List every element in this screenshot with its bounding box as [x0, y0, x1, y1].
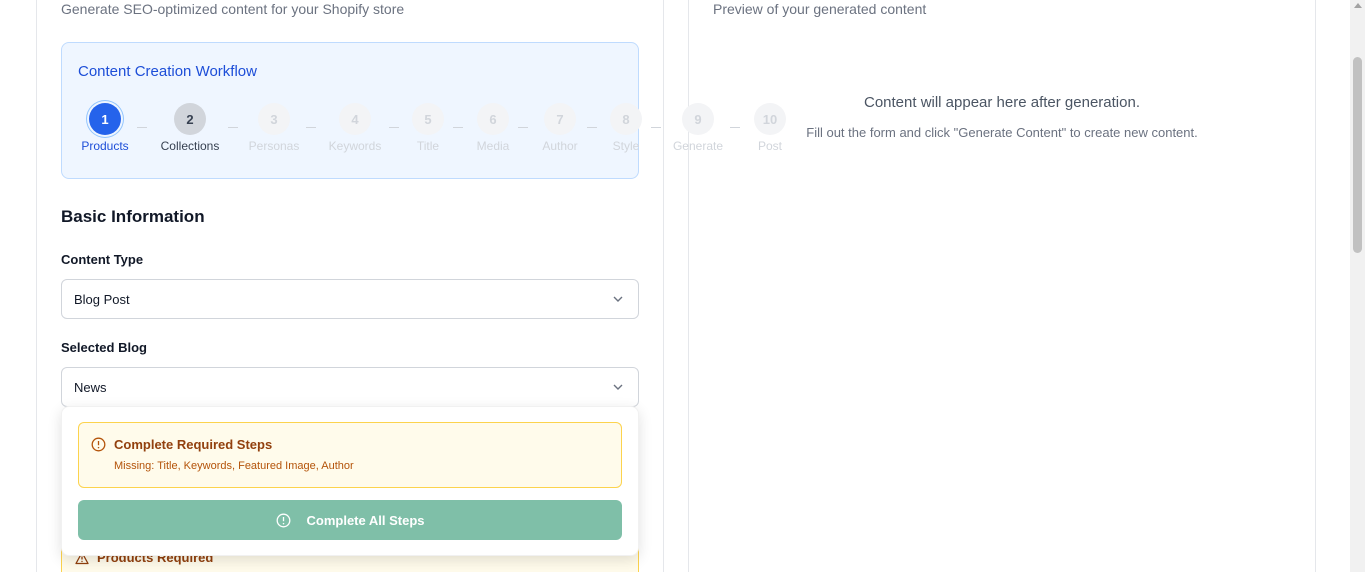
complete-all-steps-button[interactable]: Complete All Steps: [78, 500, 622, 540]
workflow-step-keywords[interactable]: 4 Keywords: [315, 103, 395, 153]
workflow-step-collections[interactable]: 2 Collections: [150, 103, 230, 153]
step-label: Generate: [672, 139, 724, 153]
complete-all-steps-label: Complete All Steps: [306, 512, 425, 528]
workflow-step-style[interactable]: 8 Style: [586, 103, 666, 153]
step-number: 1: [89, 103, 121, 135]
step-number: 4: [339, 103, 371, 135]
content-type-select[interactable]: Blog Post: [61, 279, 639, 319]
section-title: Basic Information: [61, 207, 205, 226]
chevron-down-icon: [613, 384, 623, 390]
step-label: Style: [612, 139, 640, 153]
workflow-step-generate[interactable]: 9 Generate: [658, 103, 738, 153]
step-number: 9: [682, 103, 714, 135]
step-label: Keywords: [328, 139, 382, 153]
step-label: Post: [757, 139, 782, 153]
step-number: 7: [544, 103, 576, 135]
workflow-step-products[interactable]: 1 Products: [65, 103, 145, 153]
page: Generate SEO-optimized content for your …: [0, 0, 1365, 572]
required-steps-warning: [78, 422, 622, 488]
content-type-label: Content Type: [61, 252, 144, 267]
generator-subtitle: Generate SEO-optimized content for your …: [61, 1, 405, 17]
workflow-step-personas[interactable]: 3 Personas: [234, 103, 314, 153]
warning-title: Complete Required Steps: [114, 437, 273, 452]
step-label: Products: [81, 139, 129, 153]
step-number: 2: [174, 103, 206, 135]
step-number: 10: [754, 103, 786, 135]
chevron-down-icon: [613, 296, 623, 302]
step-number: 5: [412, 103, 444, 135]
step-number: 8: [610, 103, 642, 135]
step-label: Collections: [160, 139, 220, 153]
alert-circle-icon: [91, 437, 106, 452]
scroll-up-arrow-icon[interactable]: [1354, 3, 1362, 8]
warning-text: Missing: Title, Keywords, Featured Image…: [114, 460, 354, 472]
preview-card: [688, 0, 1316, 572]
preview-subtitle: Preview of your generated content: [713, 1, 927, 17]
content-type-value: Blog Post: [74, 291, 130, 307]
workflow-step-post[interactable]: 10 Post: [730, 103, 810, 153]
selected-blog-label: Selected Blog: [61, 340, 147, 355]
step-label: Personas: [248, 139, 300, 153]
step-number: 6: [477, 103, 509, 135]
workflow-title: Content Creation Workflow: [78, 63, 257, 80]
selected-blog-value: News: [74, 379, 107, 395]
step-number: 3: [258, 103, 290, 135]
alert-circle-icon: [276, 513, 290, 527]
selected-blog-select[interactable]: News: [61, 367, 639, 407]
scrollbar-thumb[interactable]: [1353, 57, 1362, 253]
